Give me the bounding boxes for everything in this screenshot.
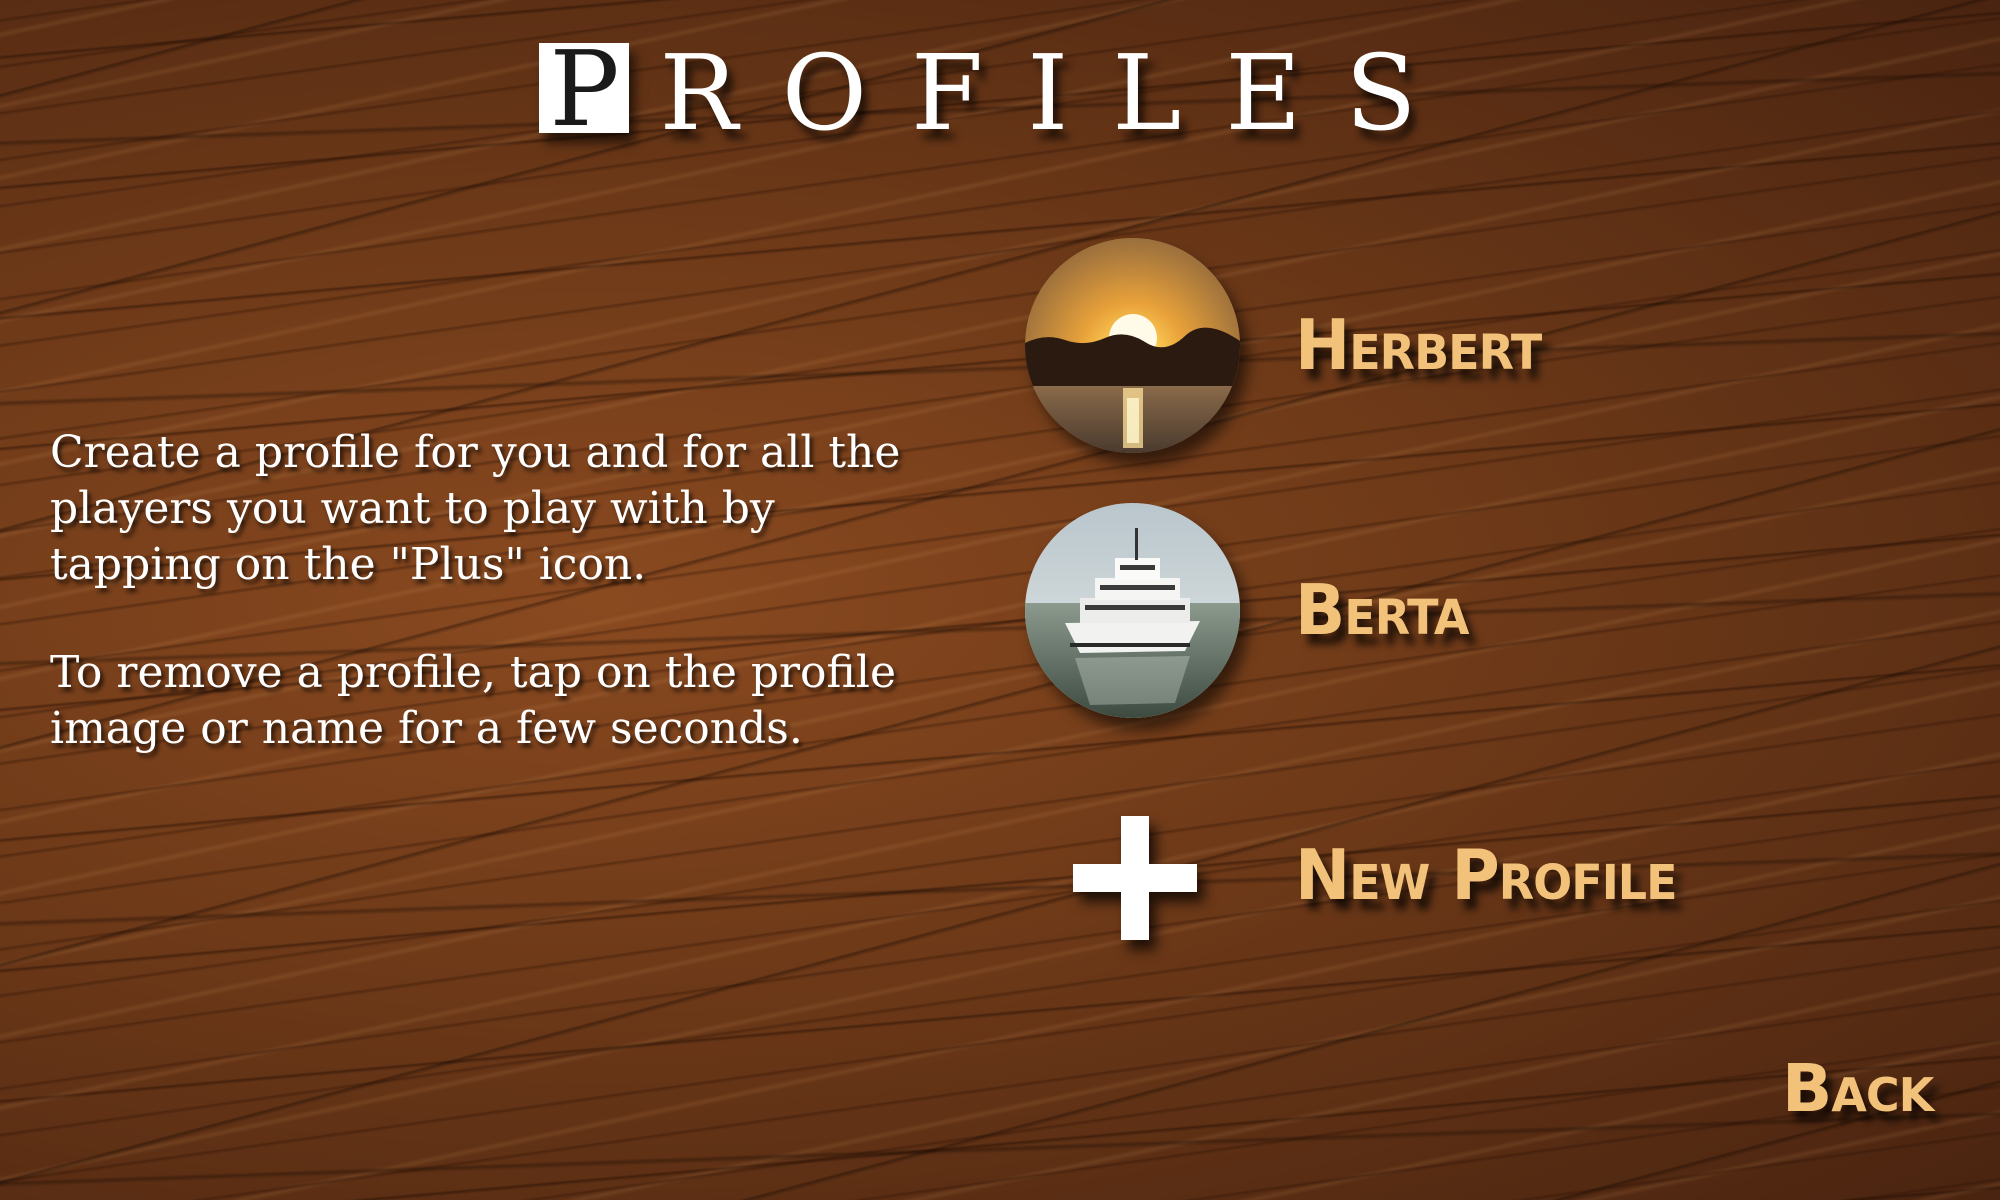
new-profile-row[interactable]: New Profile: [1025, 765, 1678, 985]
plus-icon[interactable]: [1073, 815, 1197, 940]
page-title: P ROFILES: [0, 37, 2000, 148]
back-button[interactable]: Back: [1782, 1050, 1934, 1127]
profile-name-herbert[interactable]: Herbert: [1295, 305, 1542, 386]
profile-name-berta[interactable]: Berta: [1295, 570, 1469, 651]
title-initial: P: [539, 37, 630, 141]
instructions-paragraph-2: To remove a profile, tap on the profile …: [50, 647, 896, 754]
profile-avatar-berta[interactable]: [1025, 502, 1240, 718]
new-profile-button[interactable]: [1025, 768, 1240, 983]
new-profile-label[interactable]: New Profile: [1295, 835, 1678, 916]
ship-photo-icon: [1025, 502, 1240, 718]
profile-avatar-herbert[interactable]: [1025, 237, 1240, 453]
sunset-photo-icon: [1025, 237, 1240, 453]
profile-row-berta[interactable]: Berta: [1025, 500, 1469, 720]
profile-row-herbert[interactable]: Herbert: [1025, 235, 1542, 455]
instructions-paragraph-1: Create a profile for you and for all the…: [50, 427, 901, 590]
title-rest: ROFILES: [659, 32, 1461, 154]
instructions-text: Create a profile for you and for all the…: [50, 425, 950, 809]
